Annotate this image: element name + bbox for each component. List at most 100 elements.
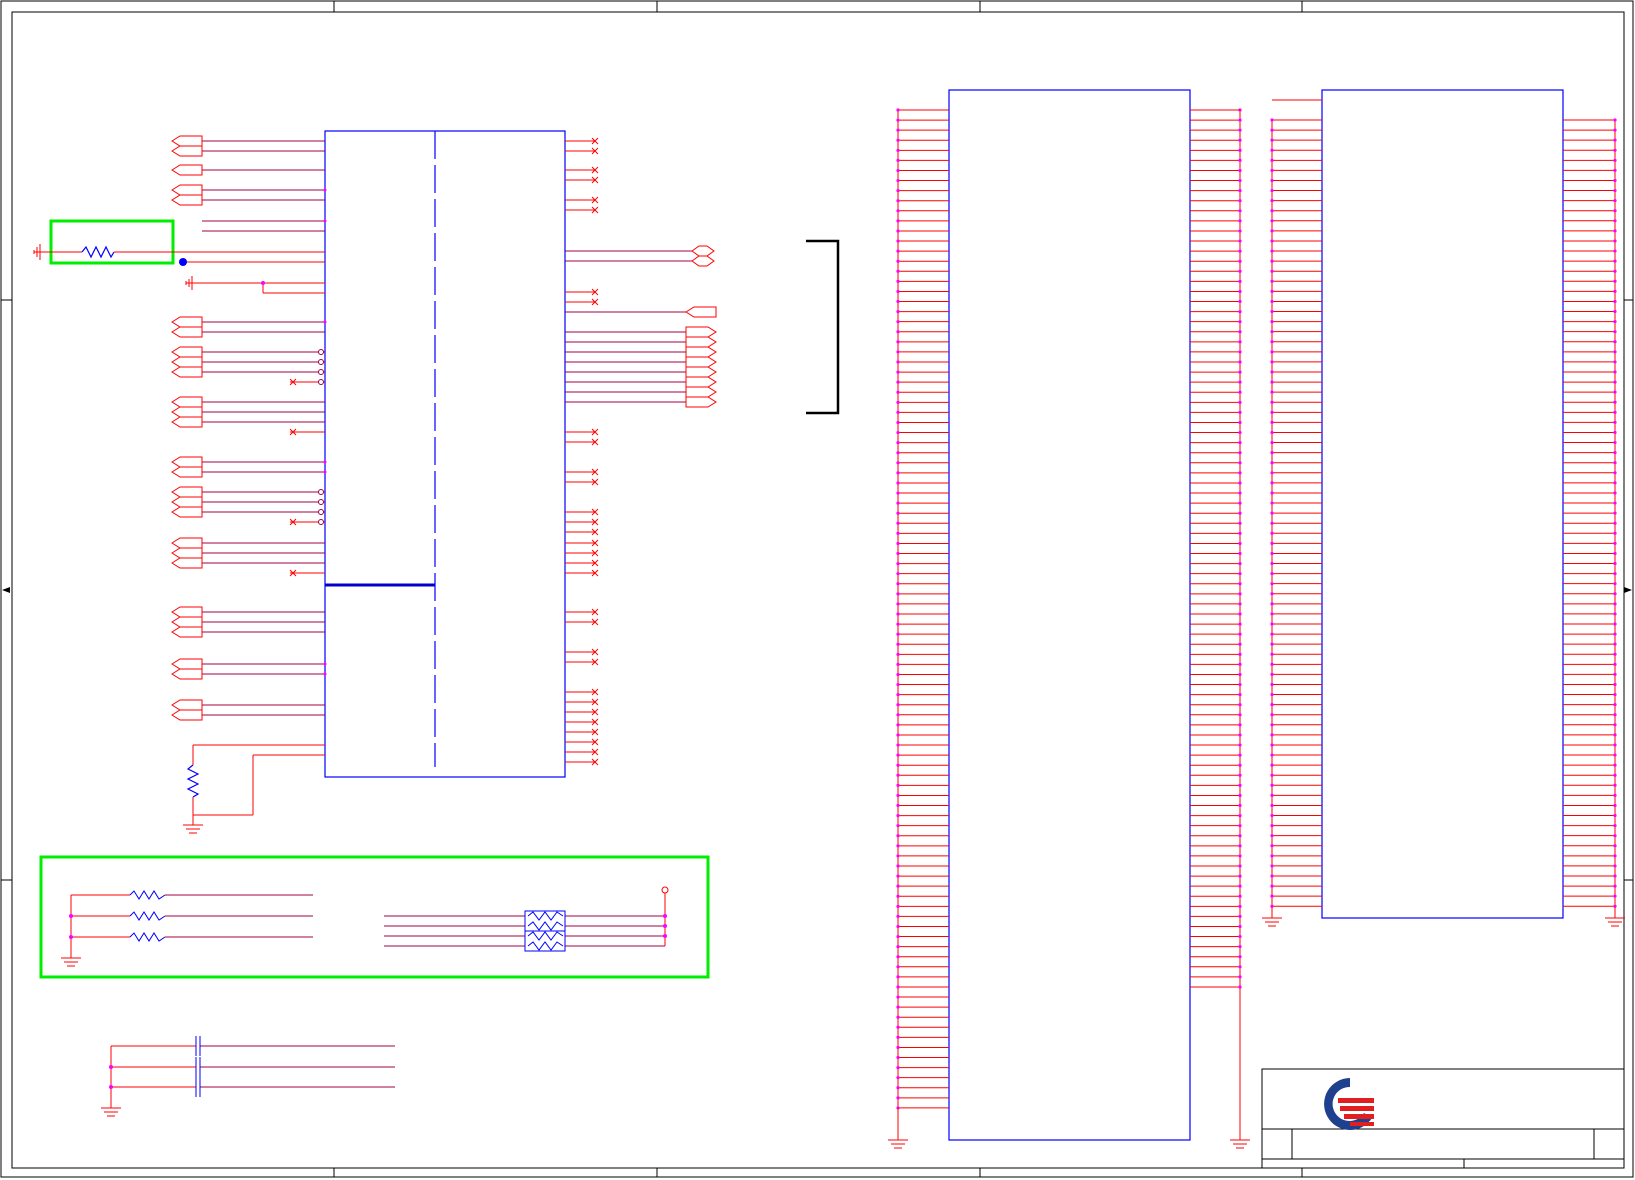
- offpage-connector-icon: [685, 336, 717, 348]
- junction-dot: [1238, 289, 1242, 294]
- junction-dot: [1238, 914, 1242, 919]
- junction-dot: [896, 209, 900, 213]
- junction-dot: [1613, 733, 1617, 737]
- resistor-array[interactable]: [384, 886, 669, 952]
- main-ic[interactable]: [324, 130, 566, 778]
- junction-dot: [1238, 541, 1242, 546]
- junction-dot: [1238, 844, 1242, 848]
- junction-dot: [1238, 420, 1242, 425]
- junction-dot: [1238, 199, 1242, 203]
- junction-dot: [1238, 138, 1242, 142]
- offpage-connector-icon: [171, 466, 203, 478]
- junction-dot: [1238, 128, 1242, 132]
- offpage-connector-icon: [171, 456, 203, 468]
- junction-dot: [896, 1035, 900, 1039]
- junction-dot: [1270, 148, 1274, 152]
- junction-dot: [1238, 652, 1242, 656]
- junction-dot: [1270, 491, 1274, 495]
- junction-dot: [1270, 410, 1274, 414]
- offpage-connector-icon: [171, 346, 203, 358]
- junction-dot: [1613, 451, 1617, 455]
- connector-b-body[interactable]: [1321, 89, 1564, 919]
- offpage-connector-icon: [171, 326, 203, 338]
- junction-dot: [1613, 692, 1617, 697]
- junction-dot: [1613, 299, 1617, 304]
- junction-dot: [1270, 834, 1274, 838]
- offpage-connector-icon: [691, 255, 715, 267]
- junction-dot: [1613, 622, 1617, 626]
- junction-dot: [1238, 743, 1242, 747]
- junction-dot: [1270, 602, 1274, 606]
- junction-dot: [1270, 531, 1274, 535]
- junction-dot: [1238, 602, 1242, 606]
- junction-dot: [896, 572, 900, 576]
- junction-dot: [896, 703, 900, 707]
- junction-dot: [1270, 551, 1274, 556]
- junction-dot: [896, 934, 900, 939]
- junction-dot: [1238, 491, 1242, 495]
- junction-dot: [1270, 824, 1274, 828]
- junction-dot: [1270, 592, 1274, 596]
- offpage-connector-icon: [685, 306, 717, 318]
- title-block: [1261, 1068, 1625, 1169]
- junction-dot: [896, 340, 900, 344]
- junction-dot: [1613, 723, 1617, 727]
- junction-dot: [1613, 682, 1617, 687]
- junction-dot: [896, 783, 900, 787]
- junction-dot: [1238, 430, 1242, 435]
- junction-dot: [1270, 703, 1274, 707]
- junction-dot: [1238, 118, 1242, 122]
- junction-dot: [1613, 440, 1617, 445]
- junction-dot: [1613, 279, 1617, 283]
- junction-dot: [896, 652, 900, 656]
- junction-dot: [896, 1015, 900, 1019]
- junction-dot: [1270, 320, 1274, 324]
- junction-dot: [1270, 753, 1274, 757]
- junction-dot: [1238, 803, 1242, 808]
- junction-dot: [1613, 330, 1617, 334]
- junction-dot: [1238, 400, 1242, 404]
- inversion-bubble: [318, 499, 324, 505]
- offpage-connector-icon: [171, 557, 203, 569]
- junction-dot: [1613, 531, 1617, 535]
- connector-a-body[interactable]: [948, 89, 1191, 1141]
- junction-dot: [1238, 824, 1242, 828]
- resistor-icon[interactable]: [81, 245, 115, 259]
- junction-dot: [1270, 128, 1274, 132]
- junction-dot: [1613, 763, 1617, 767]
- junction-dot: [1270, 864, 1274, 868]
- junction-dot: [896, 763, 900, 767]
- offpage-connector-icon: [171, 668, 203, 680]
- junction-dot: [1270, 309, 1274, 314]
- junction-dot: [1238, 874, 1242, 878]
- junction-dot: [896, 168, 900, 173]
- junction-dot: [896, 642, 900, 646]
- junction-dot: [1613, 824, 1617, 828]
- junction-dot: [1613, 894, 1617, 898]
- junction-dot: [1238, 249, 1242, 253]
- junction-dot: [1270, 249, 1274, 253]
- junction-dot: [1270, 582, 1274, 586]
- junction-dot: [1613, 834, 1617, 838]
- junction-dot: [1270, 662, 1274, 666]
- junction-dot: [896, 400, 900, 404]
- offpage-connector-icon: [171, 486, 203, 498]
- junction-dot: [1613, 521, 1617, 525]
- junction-dot: [896, 854, 900, 858]
- junction-dot: [1613, 602, 1617, 606]
- resistor-icon[interactable]: [186, 764, 200, 798]
- junction-dot: [1613, 239, 1617, 243]
- offpage-connector-icon: [685, 356, 717, 368]
- junction-dot: [1270, 894, 1274, 898]
- junction-dot: [896, 602, 900, 606]
- junction-dot: [1613, 178, 1617, 183]
- junction-dot: [896, 491, 900, 495]
- junction-dot: [1238, 229, 1242, 233]
- junction-dot: [896, 844, 900, 848]
- junction-dot: [1613, 461, 1617, 465]
- junction-dot: [1613, 884, 1617, 888]
- capacitor-icon[interactable]: [101, 1036, 395, 1117]
- junction-dot: [896, 1025, 900, 1029]
- inversion-bubble: [318, 509, 324, 515]
- junction-dot: [1613, 259, 1617, 263]
